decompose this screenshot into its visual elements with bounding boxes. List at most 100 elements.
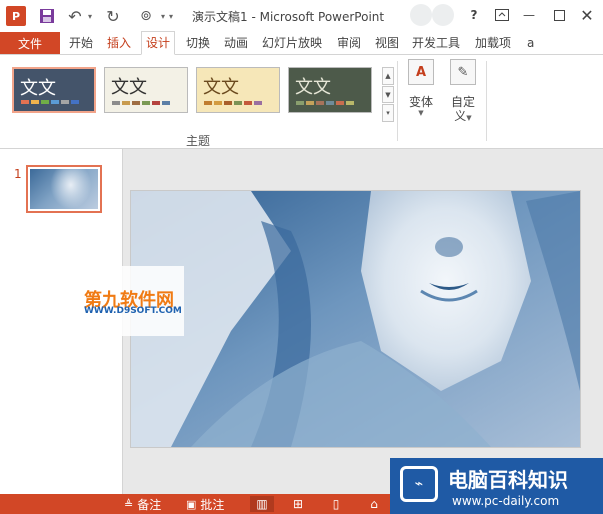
save-icon[interactable] bbox=[38, 6, 56, 26]
watermark-sub-text: www.pc-daily.com bbox=[452, 494, 560, 508]
customize-label-line2: 义 bbox=[454, 109, 467, 123]
comments-button[interactable]: ▣ 批注 bbox=[186, 494, 224, 514]
theme-color-swatch bbox=[224, 101, 232, 105]
theme-color-swatch bbox=[204, 101, 212, 105]
theme-color-bars bbox=[112, 101, 170, 105]
redo-icon[interactable]: ↻ bbox=[104, 6, 122, 26]
watermark-main-text: 电脑百科知识 bbox=[448, 468, 568, 492]
reading-view-icon[interactable]: ▯ bbox=[324, 496, 348, 512]
ribbon-tabs: 文件 开始 插入 设计 切换 动画 幻灯片放映 审阅 视图 开发工具 加载项 a bbox=[0, 31, 603, 55]
close-button[interactable]: ✕ bbox=[576, 4, 598, 26]
tab-overflow[interactable]: a bbox=[527, 32, 534, 54]
slide-editor bbox=[123, 149, 603, 494]
slide-sorter-view-icon[interactable]: ⊞ bbox=[286, 496, 310, 512]
watermark-logo-pcdaily: ⌁ 电脑百科知识 www.pc-daily.com bbox=[390, 458, 603, 514]
tab-animations[interactable]: 动画 bbox=[224, 32, 248, 54]
tab-developer[interactable]: 开发工具 bbox=[412, 32, 460, 54]
watermark-logo-d9soft: 第九软件网 WWW.D9SOFT.COM bbox=[82, 266, 184, 336]
theme-color-swatch bbox=[31, 100, 39, 104]
tab-transitions[interactable]: 切换 bbox=[186, 32, 210, 54]
monitor-icon: ⌁ bbox=[400, 466, 438, 502]
theme-color-swatch bbox=[326, 101, 334, 105]
slideshow-view-icon[interactable]: ⌂ bbox=[362, 496, 386, 512]
theme-color-bars bbox=[296, 101, 354, 105]
notes-icon: ≜ bbox=[124, 497, 134, 511]
variants-icon: A bbox=[408, 59, 434, 85]
tab-insert[interactable]: 插入 bbox=[107, 32, 131, 54]
group-separator bbox=[486, 61, 487, 141]
theme-color-swatch bbox=[254, 101, 262, 105]
window-title: 演示文稿1 - Microsoft PowerPoint bbox=[192, 10, 385, 24]
tab-design[interactable]: 设计 bbox=[141, 31, 176, 55]
group-separator bbox=[397, 61, 398, 141]
theme-thumbnail[interactable]: 文文 bbox=[12, 67, 96, 113]
theme-color-bars bbox=[21, 100, 79, 104]
theme-color-swatch bbox=[316, 101, 324, 105]
theme-color-swatch bbox=[162, 101, 170, 105]
notes-button[interactable]: ≜ 备注 bbox=[124, 494, 161, 514]
minimize-button[interactable]: — bbox=[518, 4, 540, 26]
theme-sample-text: 文文 bbox=[20, 78, 56, 99]
gallery-scroll: ▲ ▼ ▾ bbox=[382, 67, 394, 123]
slide-thumbnail[interactable] bbox=[26, 165, 102, 213]
maximize-button[interactable] bbox=[548, 4, 570, 26]
theme-color-swatch bbox=[152, 101, 160, 105]
theme-color-swatch bbox=[306, 101, 314, 105]
theme-color-swatch bbox=[122, 101, 130, 105]
watermark-sub-text: WWW.D9SOFT.COM bbox=[84, 306, 182, 316]
ribbon-display-options-icon[interactable] bbox=[491, 4, 513, 26]
undo-dropdown-icon[interactable]: ▾ bbox=[86, 6, 94, 26]
help-button[interactable]: ? bbox=[463, 4, 485, 26]
normal-view-icon[interactable]: ▥ bbox=[250, 496, 274, 512]
theme-color-swatch bbox=[244, 101, 252, 105]
theme-sample-text: 文文 bbox=[203, 77, 239, 98]
theme-thumbnail[interactable]: 文文 bbox=[288, 67, 372, 113]
powerpoint-app-icon[interactable]: P bbox=[6, 6, 26, 26]
slideshow-dropdown-icon[interactable]: ▾ bbox=[159, 6, 167, 26]
theme-color-swatch bbox=[132, 101, 140, 105]
theme-color-swatch bbox=[51, 100, 59, 104]
customize-icon: ✎ bbox=[450, 59, 476, 85]
title-bar: P ↶ ▾ ↻ ⊚ ▾ ▾ 演示文稿1 - Microsoft PowerPoi… bbox=[0, 0, 603, 32]
slide-thumbnail-image bbox=[30, 169, 98, 209]
start-slideshow-icon[interactable]: ⊚ bbox=[135, 6, 157, 26]
tab-addins[interactable]: 加载项 bbox=[475, 32, 511, 54]
comments-label: 批注 bbox=[200, 497, 225, 512]
themes-gallery: 文文 文文 文文 文文 ▲ ▼ ▾ bbox=[6, 61, 394, 123]
gallery-down-icon[interactable]: ▼ bbox=[382, 85, 394, 104]
theme-color-swatch bbox=[234, 101, 242, 105]
customize-label: 自定 义▼ bbox=[451, 95, 475, 125]
slide-canvas[interactable] bbox=[131, 191, 580, 447]
theme-thumbnail[interactable]: 文文 bbox=[196, 67, 280, 113]
theme-color-swatch bbox=[21, 100, 29, 104]
customize-label-line1: 自定 bbox=[450, 95, 475, 109]
gallery-more-icon[interactable]: ▾ bbox=[382, 104, 394, 123]
theme-color-bars bbox=[204, 101, 262, 105]
variants-button[interactable]: A 变体 ▼ bbox=[403, 59, 439, 117]
tab-file[interactable]: 文件 bbox=[0, 32, 60, 54]
undo-icon[interactable]: ↶ bbox=[66, 6, 84, 26]
tab-slideshow[interactable]: 幻灯片放映 bbox=[262, 32, 322, 54]
theme-color-swatch bbox=[296, 101, 304, 105]
ribbon-design: 文文 文文 文文 文文 ▲ ▼ ▾ 主题 A 变体 ▼ ✎ 自定 义▼ bbox=[0, 55, 603, 149]
gallery-up-icon[interactable]: ▲ bbox=[382, 67, 394, 85]
theme-sample-text: 文文 bbox=[111, 77, 147, 98]
theme-color-swatch bbox=[112, 101, 120, 105]
tab-view[interactable]: 视图 bbox=[375, 32, 399, 54]
customize-button[interactable]: ✎ 自定 义▼ bbox=[445, 59, 481, 125]
theme-color-swatch bbox=[346, 101, 354, 105]
themes-group-label: 主题 bbox=[186, 134, 211, 148]
slide-photo bbox=[131, 191, 580, 447]
slide-number: 1 bbox=[14, 167, 22, 181]
theme-color-swatch bbox=[41, 100, 49, 104]
theme-color-swatch bbox=[142, 101, 150, 105]
titlebar-decoration bbox=[432, 4, 454, 26]
tab-home[interactable]: 开始 bbox=[69, 32, 93, 54]
chevron-down-icon: ▼ bbox=[466, 114, 472, 122]
chevron-down-icon: ▼ bbox=[418, 109, 424, 117]
tab-review[interactable]: 审阅 bbox=[337, 32, 361, 54]
theme-thumbnail[interactable]: 文文 bbox=[104, 67, 188, 113]
notes-label: 备注 bbox=[137, 497, 162, 512]
theme-color-swatch bbox=[214, 101, 222, 105]
customize-qat-icon[interactable]: ▾ bbox=[167, 6, 175, 26]
